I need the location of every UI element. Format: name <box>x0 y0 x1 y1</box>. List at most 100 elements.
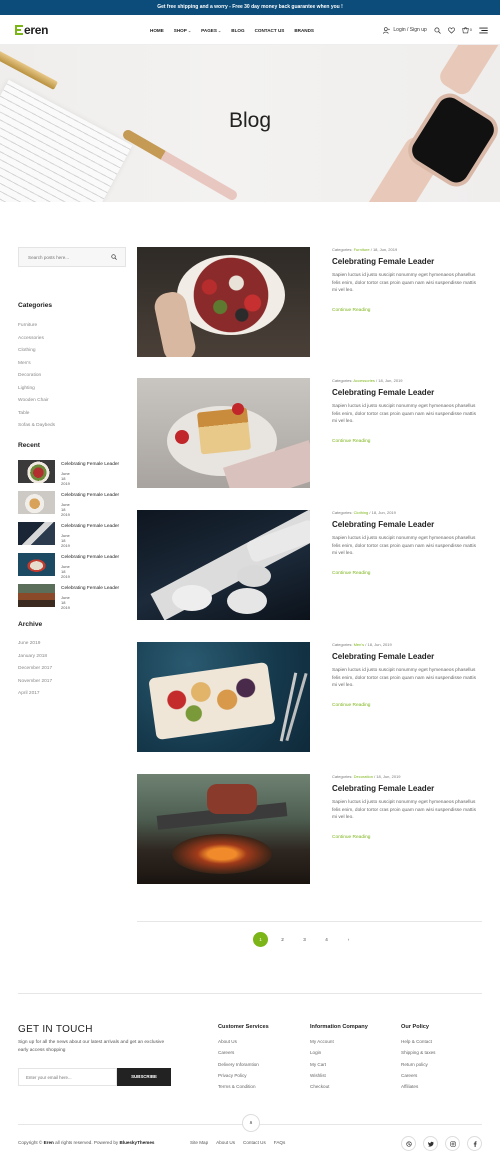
recent-post-thumbnail[interactable] <box>18 584 55 607</box>
strawberry-image <box>175 430 189 444</box>
heart-icon[interactable] <box>447 27 455 34</box>
nav-contact-us[interactable]: CONTACT US <box>255 28 285 33</box>
page-2[interactable]: 2 <box>275 932 290 947</box>
nav-brands[interactable]: BRANDS <box>294 28 314 33</box>
search-input[interactable] <box>19 248 109 266</box>
user-icon <box>383 26 391 34</box>
footer-link[interactable]: My Account <box>310 1038 368 1049</box>
category-item[interactable]: Furniture <box>18 322 55 335</box>
site-logo[interactable]: eren <box>15 23 48 37</box>
page-3[interactable]: 3 <box>297 932 312 947</box>
footer-link[interactable]: About Us <box>218 1038 269 1049</box>
footer-link[interactable]: Delivery Inforamtion <box>218 1061 269 1072</box>
post-image[interactable] <box>137 642 310 752</box>
recent-post-thumbnail[interactable] <box>18 491 55 514</box>
post-image[interactable] <box>137 247 310 357</box>
post-category-link[interactable]: Furniture <box>354 247 370 252</box>
category-item[interactable]: Accessories <box>18 335 55 348</box>
nav-home[interactable]: HOME <box>150 28 164 33</box>
recent-post-thumbnail[interactable] <box>18 460 55 483</box>
footer-link[interactable]: Careers <box>218 1049 269 1060</box>
blog-post: Categories: Furniture / 18, Jun, 2019 Ce… <box>137 247 482 357</box>
footer-link[interactable]: Help & Contact <box>401 1038 435 1049</box>
twitter-icon[interactable] <box>423 1136 438 1151</box>
login-link[interactable]: Login / Sign up <box>383 26 427 34</box>
back-to-top-button[interactable]: ∧ <box>242 1114 260 1132</box>
next-page-icon[interactable]: › <box>341 932 356 947</box>
page-4[interactable]: 4 <box>319 932 334 947</box>
post-category-link[interactable]: Men's <box>354 642 365 647</box>
category-item[interactable]: Clothing <box>18 347 55 360</box>
footer-link[interactable]: Terms & Condition <box>218 1083 269 1094</box>
post-image[interactable] <box>137 378 310 488</box>
post-category-link[interactable]: Clothing <box>354 510 369 515</box>
post-image[interactable] <box>137 510 310 620</box>
recent-post-date: June 18 2019 <box>61 533 70 548</box>
footer-bottom-link[interactable]: Site Map <box>190 1140 208 1145</box>
post-title[interactable]: Celebrating Female Leader <box>332 652 434 661</box>
post-excerpt: Sapien luctus id justo suscipit nonummy … <box>332 668 476 688</box>
archive-item[interactable]: December 2017 <box>18 665 52 678</box>
menu-icon[interactable] <box>479 27 488 34</box>
search-icon[interactable] <box>111 254 117 260</box>
recent-post-title[interactable]: Celebrating Female Leader <box>61 555 119 560</box>
footer-link[interactable]: Login <box>310 1049 368 1060</box>
post-title[interactable]: Celebrating Female Leader <box>332 784 434 793</box>
nav-pages[interactable]: PAGES⌄ <box>201 28 221 33</box>
footer-link[interactable]: Careers <box>401 1072 435 1083</box>
footer-link[interactable]: Shipping & taxes <box>401 1049 435 1060</box>
nav-blog[interactable]: BLOG <box>231 28 244 33</box>
footer-bottom-link[interactable]: Contact Us <box>243 1140 266 1145</box>
recent-post-title[interactable]: Celebrating Female Leader <box>61 462 119 467</box>
category-item[interactable]: Wooden Chair <box>18 397 55 410</box>
email-field[interactable] <box>18 1068 117 1086</box>
post-title[interactable]: Celebrating Female Leader <box>332 520 434 529</box>
post-category-link[interactable]: Decoration <box>354 774 373 779</box>
continue-reading-link[interactable]: Continue Reading <box>332 571 370 576</box>
footer-link[interactable]: Privacy Policy <box>218 1072 269 1083</box>
newsletter-text: Sign up for all the news about our lates… <box>18 1040 165 1053</box>
footer-link[interactable]: Wishlist <box>310 1072 368 1083</box>
plate-image <box>227 588 267 614</box>
footer-bottom-link[interactable]: About Us <box>216 1140 235 1145</box>
recent-post-thumbnail[interactable] <box>18 553 55 576</box>
theme-credit-link[interactable]: BlueskyThemes <box>119 1140 154 1145</box>
footer-link[interactable]: Checkout <box>310 1083 368 1094</box>
instagram-icon[interactable] <box>445 1136 460 1151</box>
recent-post-title[interactable]: Celebrating Female Leader <box>61 493 119 498</box>
continue-reading-link[interactable]: Continue Reading <box>332 835 370 840</box>
recent-post-title[interactable]: Celebrating Female Leader <box>61 524 119 529</box>
archive-item[interactable]: April 2017 <box>18 690 52 703</box>
search-icon[interactable] <box>434 26 441 34</box>
post-title[interactable]: Celebrating Female Leader <box>332 388 434 397</box>
category-item[interactable]: Decoration <box>18 372 55 385</box>
post-image[interactable] <box>137 774 310 884</box>
page-1[interactable]: 1 <box>253 932 268 947</box>
dribbble-icon[interactable] <box>401 1136 416 1151</box>
nav-shop[interactable]: SHOP⌄ <box>174 28 191 33</box>
archive-item[interactable]: November 2017 <box>18 678 52 691</box>
footer-link[interactable]: Return policy <box>401 1061 435 1072</box>
facebook-icon[interactable] <box>467 1136 482 1151</box>
archive-item[interactable]: June 2019 <box>18 640 52 653</box>
continue-reading-link[interactable]: Continue Reading <box>332 703 370 708</box>
archive-item[interactable]: January 2018 <box>18 653 52 666</box>
post-title[interactable]: Celebrating Female Leader <box>332 257 434 266</box>
chevron-down-icon: ⌄ <box>187 27 192 33</box>
continue-reading-link[interactable]: Continue Reading <box>332 439 370 444</box>
category-item[interactable]: Men's <box>18 360 55 373</box>
category-item[interactable]: Table <box>18 410 55 423</box>
footer-link[interactable]: My Cart <box>310 1061 368 1072</box>
post-category-link[interactable]: Accessories <box>353 378 375 383</box>
blog-post: Categories: Men's / 18, Jun, 2019 Celebr… <box>137 642 482 752</box>
category-item[interactable]: Lighting <box>18 385 55 398</box>
recent-post-thumbnail[interactable] <box>18 522 55 545</box>
subscribe-button[interactable]: SUBSCRIBE <box>117 1068 171 1086</box>
plate-image <box>237 565 271 587</box>
footer-link[interactable]: Affiliates <box>401 1083 435 1094</box>
category-item[interactable]: Sofas & Daybeds <box>18 422 55 435</box>
continue-reading-link[interactable]: Continue Reading <box>332 308 370 313</box>
recent-post-title[interactable]: Celebrating Female Leader <box>61 586 119 591</box>
cart-icon[interactable]: 0 <box>462 27 472 34</box>
footer-bottom-link[interactable]: FAQs <box>274 1140 286 1145</box>
